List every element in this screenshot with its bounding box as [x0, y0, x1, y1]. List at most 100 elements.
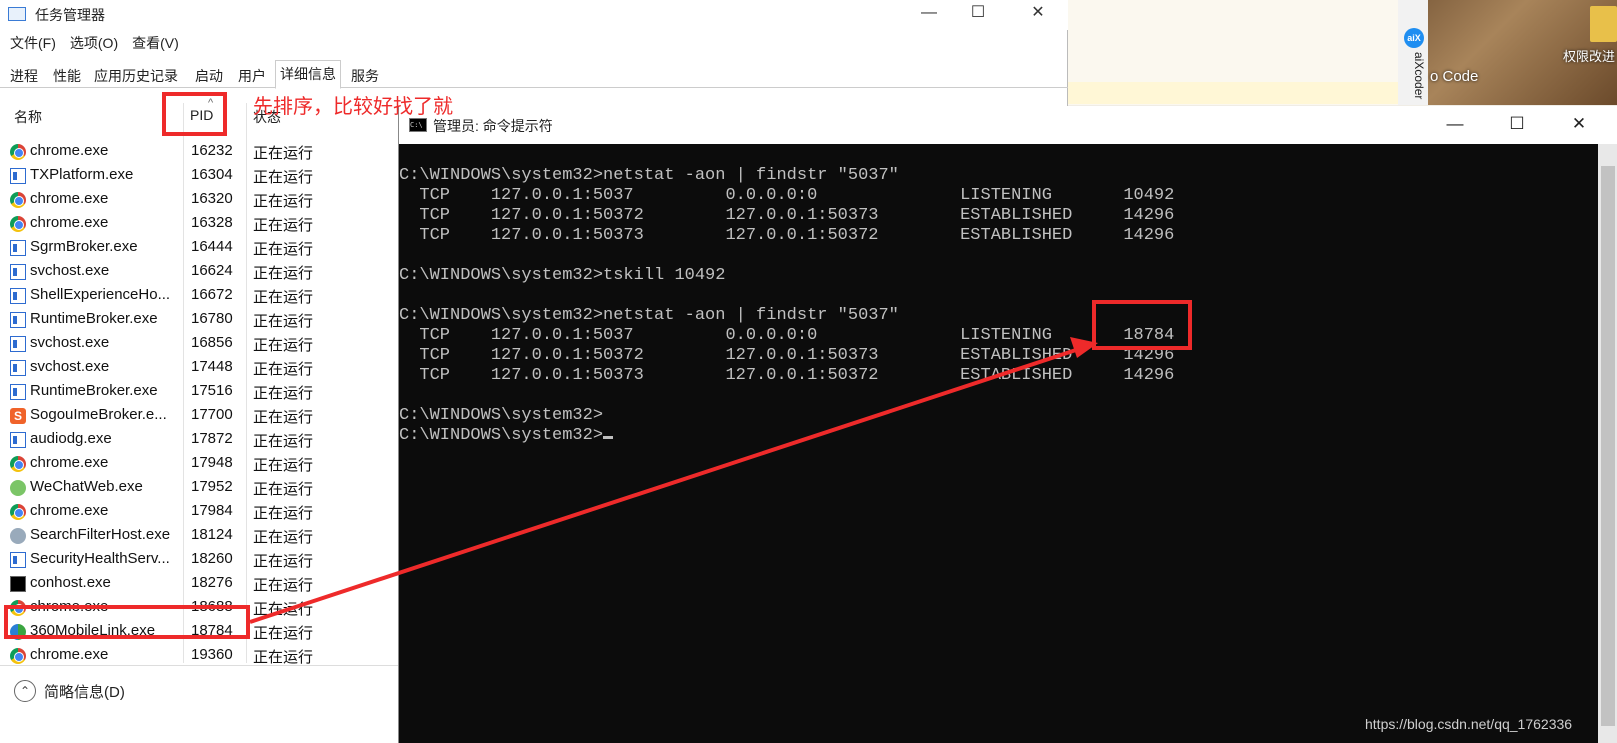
table-row[interactable]: ShellExperienceHo... 16672 正在运行: [0, 284, 400, 308]
table-row[interactable]: SearchFilterHost.exe 18124 正在运行: [0, 524, 400, 548]
table-row[interactable]: TXPlatform.exe 16304 正在运行: [0, 164, 400, 188]
cmd-scrollbar-thumb[interactable]: [1601, 166, 1615, 726]
process-status: 正在运行: [253, 481, 314, 498]
console-line: TCP 127.0.0.1:50372 127.0.0.1:50373 ESTA…: [399, 346, 1175, 365]
menu-view[interactable]: 查看(V): [132, 31, 179, 55]
table-row[interactable]: WeChatWeb.exe 17952 正在运行: [0, 476, 400, 500]
process-name: RuntimeBroker.exe: [30, 382, 158, 399]
task-manager-titlebar[interactable]: 任务管理器 — ☐ ✕: [0, 0, 1068, 30]
process-status: 正在运行: [253, 337, 314, 354]
desktop-folder-label[interactable]: 权限改进: [1563, 46, 1615, 65]
table-row[interactable]: chrome.exe 16328 正在运行: [0, 212, 400, 236]
process-status: 正在运行: [253, 625, 314, 642]
text-cursor: [603, 436, 614, 439]
tab-performance[interactable]: 性能: [49, 64, 85, 88]
process-name: conhost.exe: [30, 574, 111, 591]
menu-bar: 文件(F) 选项(O) 查看(V): [0, 31, 183, 55]
process-status: 正在运行: [253, 553, 314, 570]
console-line: C:\WINDOWS\system32>: [399, 406, 604, 425]
annotation-box-pid-header: [162, 92, 227, 136]
table-row[interactable]: svchost.exe 16624 正在运行: [0, 260, 400, 284]
table-row[interactable]: S SogouImeBroker.e... 17700 正在运行: [0, 404, 400, 428]
column-header-name[interactable]: 名称: [14, 107, 42, 127]
process-name: SecurityHealthServ...: [30, 550, 170, 567]
tab-services[interactable]: 服务: [347, 64, 383, 88]
process-pid: 18276: [191, 574, 233, 591]
console-prompt-line[interactable]: C:\WINDOWS\system32>: [399, 426, 614, 446]
process-status: 正在运行: [253, 385, 314, 402]
process-pid: 19360: [191, 646, 233, 663]
table-row[interactable]: SecurityHealthServ... 18260 正在运行: [0, 548, 400, 572]
process-name: chrome.exe: [30, 454, 109, 471]
process-status: 正在运行: [253, 433, 314, 450]
window-app-icon: [10, 240, 26, 256]
window-app-icon: [10, 288, 26, 304]
table-row[interactable]: svchost.exe 17448 正在运行: [0, 356, 400, 380]
process-status: 正在运行: [253, 193, 314, 210]
window-app-icon: [10, 264, 26, 280]
annotation-text: 先排序，比较好找了就: [253, 96, 453, 118]
chrome-icon: [10, 456, 26, 472]
menu-options[interactable]: 选项(O): [70, 31, 118, 55]
process-status: 正在运行: [253, 601, 314, 618]
process-name: svchost.exe: [30, 358, 110, 375]
process-name: ShellExperienceHo...: [30, 286, 171, 303]
tab-app-history[interactable]: 应用历史记录: [90, 64, 182, 88]
table-row[interactable]: chrome.exe 17948 正在运行: [0, 452, 400, 476]
process-details-list: 名称 PID ^ 状态 chrome.exe 16232 正在运行 TXPlatfor…: [0, 97, 400, 666]
table-row[interactable]: chrome.exe 16320 正在运行: [0, 188, 400, 212]
process-name: chrome.exe: [30, 142, 109, 159]
tab-bar: 进程 性能 应用历史记录 启动 用户 详细信息 服务: [0, 60, 1068, 89]
aixcoder-icon[interactable]: aiX: [1404, 28, 1424, 48]
tab-startup[interactable]: 启动: [191, 64, 227, 88]
process-pid: 16304: [191, 166, 233, 183]
process-status: 正在运行: [253, 529, 314, 546]
close-button[interactable]: ✕: [1015, 0, 1061, 28]
cmd-scrollbar[interactable]: [1598, 144, 1617, 743]
process-pid: 16444: [191, 238, 233, 255]
process-name: chrome.exe: [30, 502, 109, 519]
process-pid: 17448: [191, 358, 233, 375]
fewer-details-button[interactable]: 简略信息(D): [44, 681, 125, 702]
process-pid: 16328: [191, 214, 233, 231]
table-row[interactable]: audiodg.exe 17872 正在运行: [0, 428, 400, 452]
folder-icon[interactable]: [1590, 6, 1617, 42]
process-status: 正在运行: [253, 313, 314, 330]
cmd-minimize-button[interactable]: —: [1435, 112, 1475, 138]
process-status: 正在运行: [253, 289, 314, 306]
table-row[interactable]: RuntimeBroker.exe 17516 正在运行: [0, 380, 400, 404]
process-pid: 16780: [191, 310, 233, 327]
command-prompt-window[interactable]: C:\ 管理员: 命令提示符 — ☐ ✕ C:\WINDOWS\system32…: [398, 106, 1617, 743]
cmd-maximize-button[interactable]: ☐: [1497, 112, 1537, 138]
chrome-icon: [10, 192, 26, 208]
vscode-shortcut-label[interactable]: o Code: [1430, 68, 1478, 85]
table-row[interactable]: svchost.exe 16856 正在运行: [0, 332, 400, 356]
console-prompt: C:\WINDOWS\system32>: [399, 426, 604, 445]
tab-details[interactable]: 详细信息: [275, 60, 341, 89]
window-title: 任务管理器: [35, 7, 105, 23]
table-row[interactable]: chrome.exe 17984 正在运行: [0, 500, 400, 524]
window-app-icon: [10, 432, 26, 448]
maximize-button[interactable]: ☐: [955, 0, 1001, 28]
table-row[interactable]: RuntimeBroker.exe 16780 正在运行: [0, 308, 400, 332]
aixcoder-label: aiXcoder: [1412, 52, 1426, 100]
menu-file[interactable]: 文件(F): [10, 31, 56, 55]
process-pid: 16232: [191, 142, 233, 159]
process-pid: 17948: [191, 454, 233, 471]
console-line: TCP 127.0.0.1:5037 0.0.0.0:0 LISTENING 1…: [399, 326, 1175, 345]
table-row[interactable]: conhost.exe 18276 正在运行: [0, 572, 400, 596]
tab-users[interactable]: 用户: [234, 64, 270, 88]
process-name: svchost.exe: [30, 334, 110, 351]
cmd-titlebar[interactable]: C:\ 管理员: 命令提示符 — ☐ ✕: [399, 106, 1617, 144]
process-status: 正在运行: [253, 169, 314, 186]
process-name: RuntimeBroker.exe: [30, 310, 158, 327]
chevron-up-icon[interactable]: ⌃: [14, 680, 36, 702]
process-status: 正在运行: [253, 145, 314, 162]
process-pid: 17872: [191, 430, 233, 447]
minimize-button[interactable]: —: [906, 0, 952, 28]
table-row[interactable]: SgrmBroker.exe 16444 正在运行: [0, 236, 400, 260]
process-pid: 17984: [191, 502, 233, 519]
tab-processes[interactable]: 进程: [6, 64, 42, 88]
table-row[interactable]: chrome.exe 16232 正在运行: [0, 140, 400, 164]
cmd-close-button[interactable]: ✕: [1559, 112, 1599, 138]
